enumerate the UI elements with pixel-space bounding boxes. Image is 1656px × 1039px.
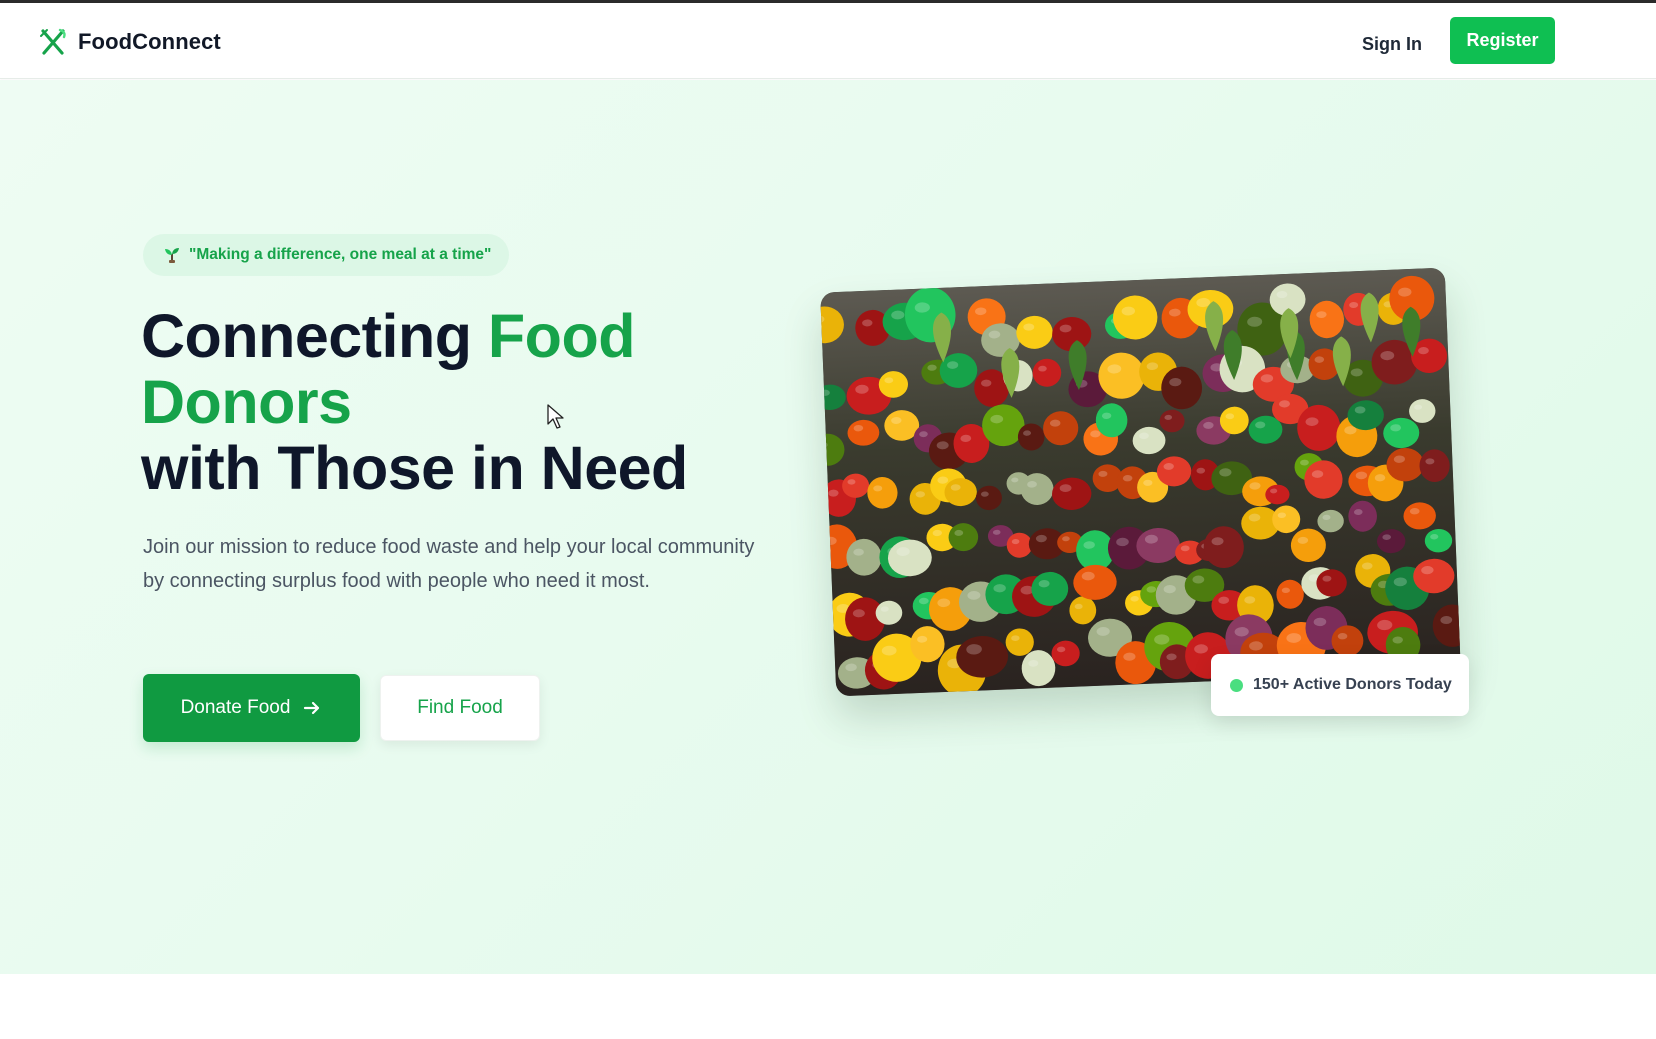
status-dot-icon	[1230, 678, 1243, 692]
tagline-text: "Making a difference, one meal at a time…	[189, 246, 492, 263]
utensils-icon	[40, 28, 66, 55]
headline-text-end: with Those in Need	[141, 434, 688, 502]
active-donors-badge: 150+ Active Donors Today	[1211, 654, 1469, 716]
tagline-badge: "Making a difference, one meal at a time…	[143, 234, 510, 276]
hero-headline: Connecting Food Donors with Those in Need	[141, 303, 761, 501]
brand-name: FoodConnect	[78, 29, 221, 54]
active-donors-text: 150+ Active Donors Today	[1253, 676, 1452, 693]
register-button[interactable]: Register	[1450, 17, 1555, 64]
donate-food-button[interactable]: Donate Food	[143, 674, 360, 742]
top-navbar: FoodConnect Sign In Register	[0, 3, 1656, 79]
mouse-cursor-icon	[547, 404, 564, 429]
produce-market-image	[820, 267, 1461, 697]
donate-food-label: Donate Food	[180, 697, 291, 718]
hero-description: Join our mission to reduce food waste an…	[143, 536, 755, 592]
sprout-icon	[165, 248, 179, 263]
produce-illustration	[820, 267, 1461, 697]
headline-text: Connecting	[141, 302, 488, 370]
sign-in-link[interactable]: Sign In	[1362, 29, 1422, 59]
brand-logo-link[interactable]: FoodConnect	[38, 25, 221, 59]
find-food-button[interactable]: Find Food	[380, 675, 540, 741]
arrow-right-icon	[304, 701, 320, 715]
hero-section: "Making a difference, one meal at a time…	[0, 80, 1656, 974]
